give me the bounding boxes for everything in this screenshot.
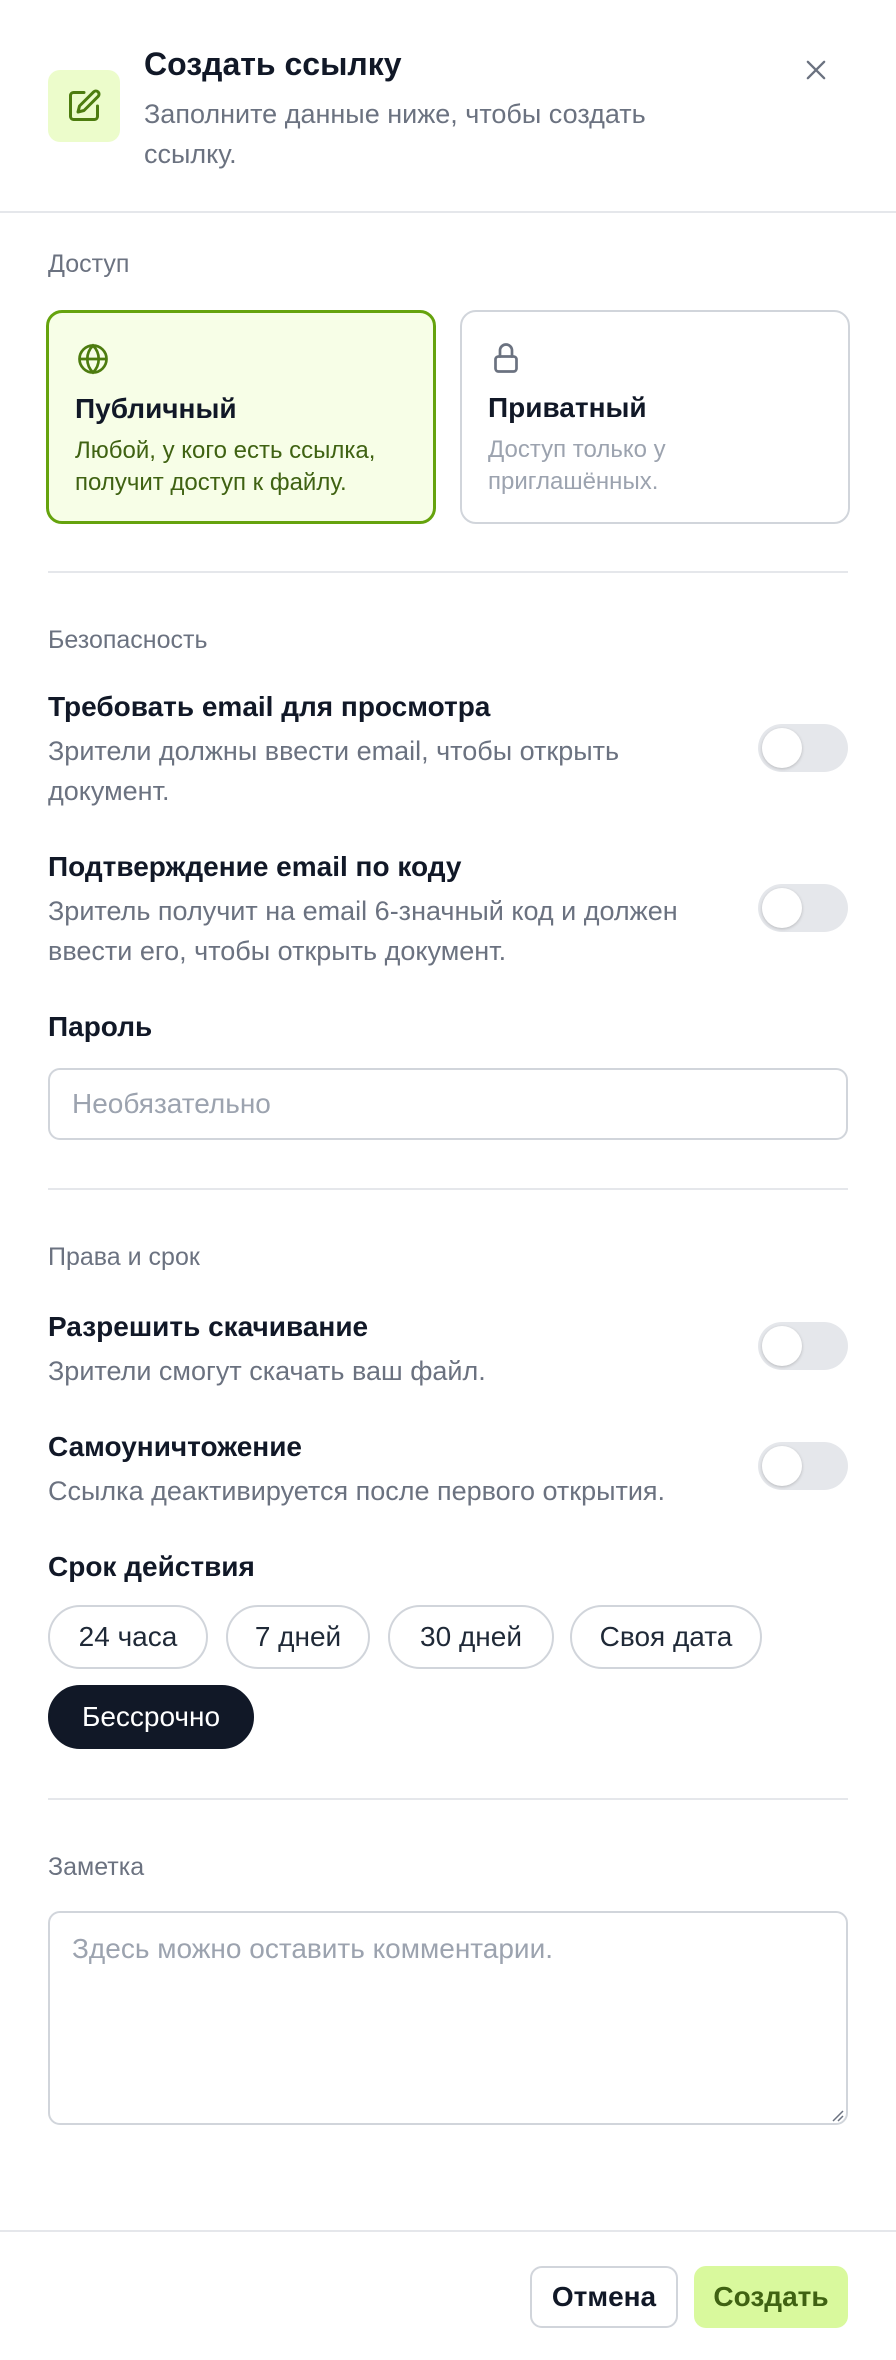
toggle-knob — [762, 888, 802, 928]
divider — [48, 571, 848, 573]
expiry-option-30d[interactable]: 30 дней — [388, 1605, 554, 1669]
lock-icon — [488, 340, 524, 376]
access-option-public[interactable]: Публичный Любой, у кого есть ссылка, пол… — [46, 310, 436, 524]
dialog-header: Создать ссылку Заполните данные ниже, чт… — [0, 0, 896, 213]
divider — [48, 1798, 848, 1800]
section-label-rights: Права и срок — [48, 1243, 200, 1271]
dialog-subtitle: Заполните данные ниже, чтобы создать ссы… — [144, 99, 646, 169]
access-option-desc: Любой, у кого есть ссылка, получит досту… — [75, 437, 376, 496]
create-button[interactable]: Создать — [694, 2266, 848, 2328]
require-email-title: Требовать email для просмотра — [48, 691, 491, 722]
divider — [48, 1188, 848, 1190]
note-textarea[interactable] — [48, 1911, 848, 2125]
cancel-button[interactable]: Отмена — [530, 2266, 678, 2328]
dialog-footer: Отмена Создать — [0, 2230, 896, 2360]
email-code-desc: Зритель получит на email 6-значный код и… — [48, 896, 678, 966]
expiry-option-custom-date[interactable]: Своя дата — [570, 1605, 762, 1669]
create-link-dialog: Создать ссылку Заполните данные ниже, чт… — [0, 0, 896, 2360]
access-option-private[interactable]: Приватный Доступ только у приглашённых. — [460, 310, 850, 524]
expiry-option-forever[interactable]: Бессрочно — [48, 1685, 254, 1749]
access-option-title: Приватный — [488, 392, 647, 423]
require-email-desc: Зрители должны ввести email, чтобы откры… — [48, 736, 620, 806]
allow-download-title: Разрешить скачивание — [48, 1311, 369, 1342]
password-input[interactable] — [48, 1068, 848, 1140]
edit-icon — [48, 70, 120, 142]
self-destruct-title: Самоуничтожение — [48, 1431, 302, 1462]
dialog-title: Создать ссылку — [144, 46, 402, 82]
password-label: Пароль — [48, 1011, 153, 1042]
self-destruct-toggle[interactable] — [758, 1442, 848, 1490]
expiry-label: Срок действия — [48, 1551, 255, 1582]
access-option-title: Публичный — [75, 393, 237, 424]
section-label-note: Заметка — [48, 1853, 145, 1881]
expiry-option-24h[interactable]: 24 часа — [48, 1605, 208, 1669]
allow-download-desc: Зрители смогут скачать ваш файл. — [48, 1356, 486, 1386]
allow-download-toggle[interactable] — [758, 1322, 848, 1370]
close-icon[interactable] — [796, 50, 836, 90]
toggle-knob — [762, 1326, 802, 1366]
expiry-option-7d[interactable]: 7 дней — [226, 1605, 370, 1669]
toggle-knob — [762, 728, 802, 768]
email-code-title: Подтверждение email по коду — [48, 851, 462, 882]
require-email-toggle[interactable] — [758, 724, 848, 772]
resize-handle-icon[interactable] — [830, 2108, 844, 2122]
access-option-desc: Доступ только у приглашённых. — [488, 436, 666, 495]
toggle-knob — [762, 1446, 802, 1486]
section-label-access: Доступ — [48, 250, 130, 278]
globe-icon — [75, 341, 111, 377]
section-label-security: Безопасность — [48, 626, 208, 654]
email-code-toggle[interactable] — [758, 884, 848, 932]
self-destruct-desc: Ссылка деактивируется после первого откр… — [48, 1476, 666, 1506]
